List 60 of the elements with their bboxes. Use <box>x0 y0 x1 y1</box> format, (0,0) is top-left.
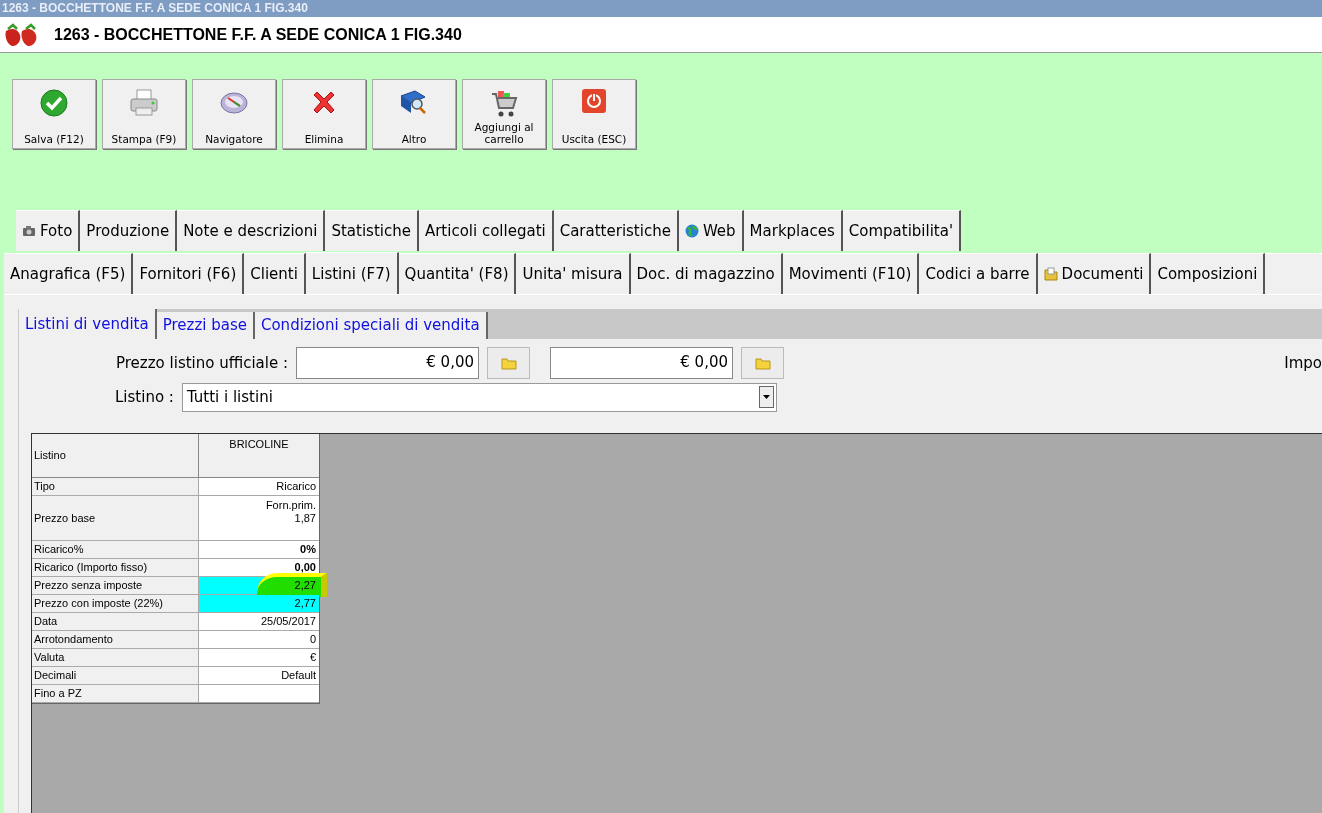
tab[interactable]: Quantita' (F8) <box>398 253 517 294</box>
tab[interactable]: Foto <box>16 210 81 251</box>
toolbar-button[interactable]: Stampa (F9) <box>102 79 186 149</box>
table-cell: 0 <box>199 631 319 648</box>
tab[interactable]: Markplaces <box>743 210 843 251</box>
tab[interactable]: Doc. di magazzino <box>630 253 783 294</box>
input-field[interactable]: € 0,00 <box>296 347 480 379</box>
power-icon <box>581 88 607 114</box>
tab[interactable]: Documenti <box>1037 253 1152 294</box>
tab[interactable]: Produzione <box>80 210 178 251</box>
field-label: Listino : <box>115 386 174 408</box>
tab[interactable]: Fornitori (F6) <box>133 253 245 294</box>
toolbar-button[interactable]: Navigatore <box>192 79 276 149</box>
toolbar-button[interactable]: Uscita (ESC) <box>552 79 636 149</box>
table-cell: 0,00 <box>199 559 319 576</box>
tab[interactable]: Note e descrizioni <box>177 210 326 251</box>
input-field[interactable]: € 0,00 <box>550 347 734 379</box>
globe-icon <box>684 224 699 238</box>
tab[interactable]: Composizioni <box>1151 253 1266 294</box>
camera-icon <box>22 225 36 237</box>
toolbar-button[interactable]: Salva (F12) <box>12 79 96 149</box>
folder-icon <box>1043 267 1058 281</box>
tab[interactable]: Unita' misura <box>516 253 631 294</box>
tab[interactable]: Anagrafica (F5) <box>4 253 134 294</box>
toolbar-button[interactable]: Altro <box>372 79 456 149</box>
field-label: Prezzo listino ufficiale : <box>116 352 289 374</box>
tab[interactable]: Caratteristiche <box>553 210 679 251</box>
table-cell: 0% <box>199 541 319 558</box>
dropdown[interactable]: Tutti i listini <box>181 382 777 412</box>
tab[interactable]: Clienti <box>244 253 306 294</box>
record-title: 1263 - BOCCHETTONE F.F. A SEDE CONICA 1 FIG.340 <box>54 24 462 45</box>
field-label: Impo <box>1284 352 1322 374</box>
folder-icon <box>500 356 517 370</box>
tab[interactable]: Condizioni speciali di vendita <box>254 312 488 339</box>
folder-icon <box>754 356 771 370</box>
tab[interactable]: Listini (F7) <box>305 252 399 295</box>
printer-icon <box>128 88 160 118</box>
table-cell: 2,77 <box>199 595 319 612</box>
tab[interactable]: Codici a barre <box>919 253 1038 294</box>
table-cell: Default <box>199 667 319 684</box>
column-header: BRICOLINE <box>228 437 290 452</box>
folder-button[interactable] <box>487 347 531 379</box>
table-cell: Ricarico <box>199 478 319 495</box>
table-header: Listino <box>32 434 199 477</box>
tab[interactable]: Statistiche <box>325 210 419 251</box>
window-title: 1263 - BOCCHETTONE F.F. A SEDE CONICA 1 FIG.340 <box>0 0 1322 17</box>
dropdown-arrow-icon <box>762 395 770 399</box>
table-cell: € <box>199 649 319 666</box>
table-cell: 25/05/2017 <box>199 613 319 630</box>
tab[interactable]: Web <box>678 210 744 251</box>
table-cell: Forn.prim. 1,87 <box>199 496 319 540</box>
tab[interactable]: Articoli collegati <box>418 210 554 251</box>
tab[interactable]: Listini di vendita <box>19 309 157 339</box>
tab[interactable]: Movimenti (F10) <box>782 253 920 294</box>
folder-button[interactable] <box>741 347 785 379</box>
toolbar-button[interactable]: Aggiungi al carrello <box>462 79 546 149</box>
toolbar-button[interactable]: Elimina <box>282 79 366 149</box>
check-icon <box>39 88 69 118</box>
tab[interactable]: Prezzi base <box>156 312 255 339</box>
tab[interactable]: Compatibilita' <box>842 210 962 251</box>
